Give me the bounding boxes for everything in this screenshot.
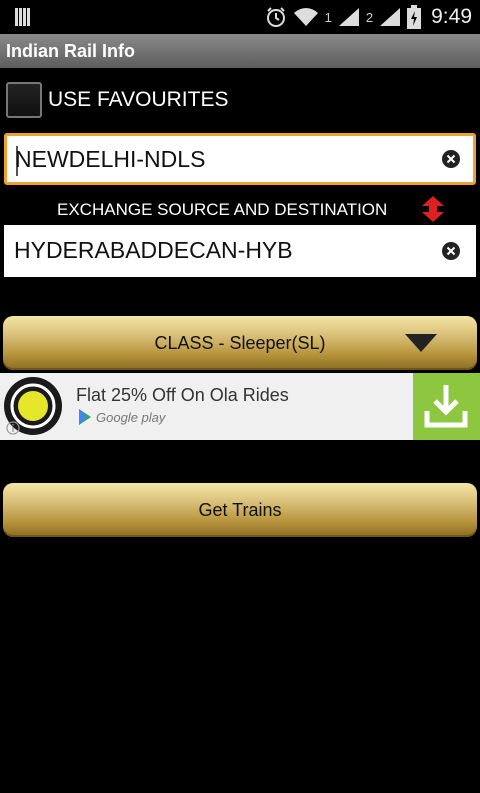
signal-icon-sim2 <box>380 8 401 26</box>
status-bar: 1 2 9:49 <box>0 0 480 34</box>
source-station-input[interactable]: NEWDELHI-NDLS <box>4 133 476 185</box>
ad-headline: Flat 25% Off On Ola Rides <box>76 385 289 405</box>
alarm-icon <box>266 7 285 27</box>
use-favourites-row[interactable]: USE FAVOURITES <box>6 80 228 120</box>
ad-banner[interactable]: Flat 25% Off On Ola Rides Google play <box>0 373 480 440</box>
ad-download-button[interactable] <box>413 373 480 440</box>
notification-icon <box>15 8 30 26</box>
destination-station-input[interactable]: HYDERABADDECAN-HYB <box>4 225 476 277</box>
google-play-badge: Google play <box>78 409 165 425</box>
exchange-label: EXCHANGE SOURCE AND DESTINATION <box>57 200 388 219</box>
battery-charging-icon <box>407 5 422 29</box>
class-select-dropdown[interactable]: CLASS - Sleeper(SL) <box>3 316 477 370</box>
destination-station-value: HYDERABADDECAN-HYB <box>14 237 293 263</box>
sim1-label: 1 <box>324 9 332 25</box>
clear-source-icon[interactable] <box>442 150 460 168</box>
class-select-label: CLASS - Sleeper(SL) <box>154 332 326 353</box>
get-trains-label: Get Trains <box>198 499 282 520</box>
swap-arrows-icon[interactable] <box>420 196 446 222</box>
wifi-icon <box>293 8 318 26</box>
get-trains-button[interactable]: Get Trains <box>3 483 477 537</box>
signal-icon-sim1 <box>338 8 359 26</box>
app-title: Indian Rail Info <box>6 41 135 61</box>
clear-destination-icon[interactable] <box>442 242 460 260</box>
sim2-label: 2 <box>365 9 374 25</box>
use-favourites-checkbox[interactable] <box>6 82 42 118</box>
use-favourites-label: USE FAVOURITES <box>48 88 229 111</box>
google-play-icon <box>79 409 91 425</box>
exchange-row[interactable]: EXCHANGE SOURCE AND DESTINATION <box>0 196 480 224</box>
source-station-value: NEWDELHI-NDLS <box>15 146 206 172</box>
ad-info-icon[interactable] <box>6 421 20 435</box>
app-title-bar: Indian Rail Info <box>0 34 480 68</box>
clock: 9:49 <box>431 5 472 28</box>
google-play-label: Google play <box>96 409 166 425</box>
download-icon <box>424 385 468 428</box>
dropdown-arrow-icon <box>405 334 437 352</box>
